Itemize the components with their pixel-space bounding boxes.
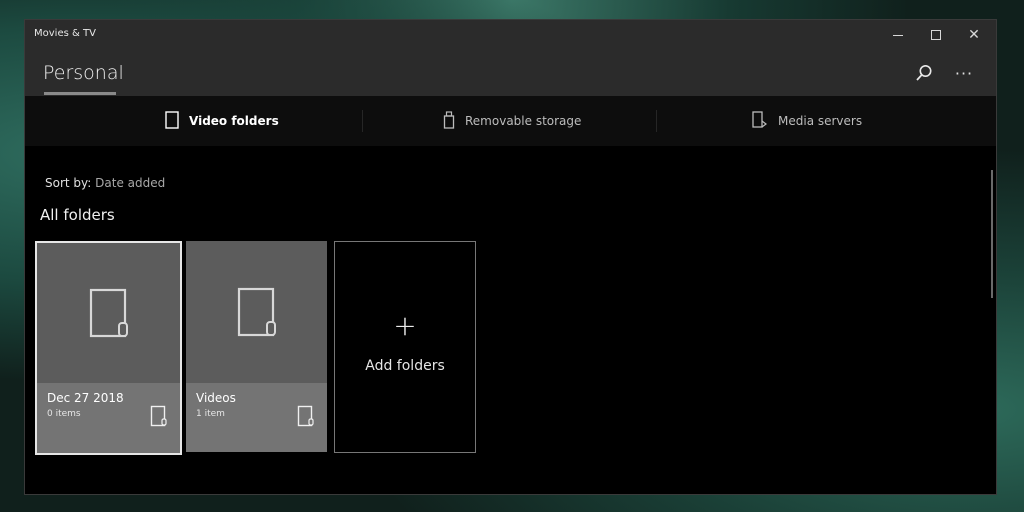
- tablet-icon: [165, 110, 179, 132]
- sort-value[interactable]: Date added: [95, 176, 165, 190]
- tab-bar: Video folders Removable storage Media se…: [25, 96, 996, 146]
- tab-removable-storage[interactable]: Removable storage: [443, 96, 581, 146]
- tab-media-servers[interactable]: Media servers: [752, 96, 862, 146]
- maximize-button[interactable]: [916, 20, 956, 50]
- plus-icon: +: [393, 309, 417, 342]
- add-folders-button[interactable]: + Add folders: [334, 241, 476, 453]
- tab-divider: [362, 110, 363, 132]
- page-title: Personal: [43, 62, 124, 84]
- tab-video-folders[interactable]: Video folders: [165, 96, 279, 146]
- folder-thumbnail: [186, 241, 327, 383]
- title-underline: [44, 92, 116, 95]
- sort-control[interactable]: Sort by: Date added: [45, 176, 165, 190]
- add-folders-label: Add folders: [365, 358, 445, 374]
- page-header: Personal ···: [25, 50, 996, 96]
- title-bar[interactable]: Movies & TV ✕: [25, 20, 996, 50]
- folder-card[interactable]: Dec 27 2018 0 items: [35, 241, 182, 455]
- usb-drive-icon: [443, 110, 455, 132]
- folder-small-icon: [297, 405, 315, 431]
- folder-info: Dec 27 2018 0 items: [37, 383, 180, 453]
- scrollbar[interactable]: [991, 170, 993, 298]
- media-server-icon: [752, 110, 768, 132]
- minimize-icon: [893, 34, 903, 36]
- tab-label: Media servers: [778, 114, 863, 128]
- folder-tablet-icon: [89, 288, 128, 338]
- maximize-icon: [931, 30, 941, 40]
- tab-divider: [656, 110, 657, 132]
- close-icon: ✕: [968, 27, 980, 43]
- app-window: Movies & TV ✕ Personal ··· Video folders…: [24, 19, 997, 495]
- tab-label: Removable storage: [465, 114, 582, 128]
- close-button[interactable]: ✕: [954, 20, 994, 50]
- section-title: All folders: [40, 206, 115, 224]
- folder-small-icon: [150, 405, 168, 431]
- sort-label: Sort by:: [45, 176, 92, 190]
- folder-info: Videos 1 item: [186, 383, 327, 452]
- more-options-icon[interactable]: ···: [950, 60, 978, 86]
- app-title: Movies & TV: [34, 28, 96, 39]
- tab-label: Video folders: [189, 114, 279, 128]
- folder-name: Dec 27 2018: [47, 391, 124, 405]
- folder-thumbnail: [37, 243, 180, 383]
- folder-tablet-icon: [237, 287, 276, 337]
- search-icon[interactable]: [910, 60, 938, 86]
- folder-name: Videos: [196, 391, 236, 405]
- folder-item-count: 1 item: [196, 409, 225, 419]
- folder-card[interactable]: Videos 1 item: [186, 241, 327, 452]
- minimize-button[interactable]: [878, 20, 918, 50]
- folder-item-count: 0 items: [47, 409, 81, 419]
